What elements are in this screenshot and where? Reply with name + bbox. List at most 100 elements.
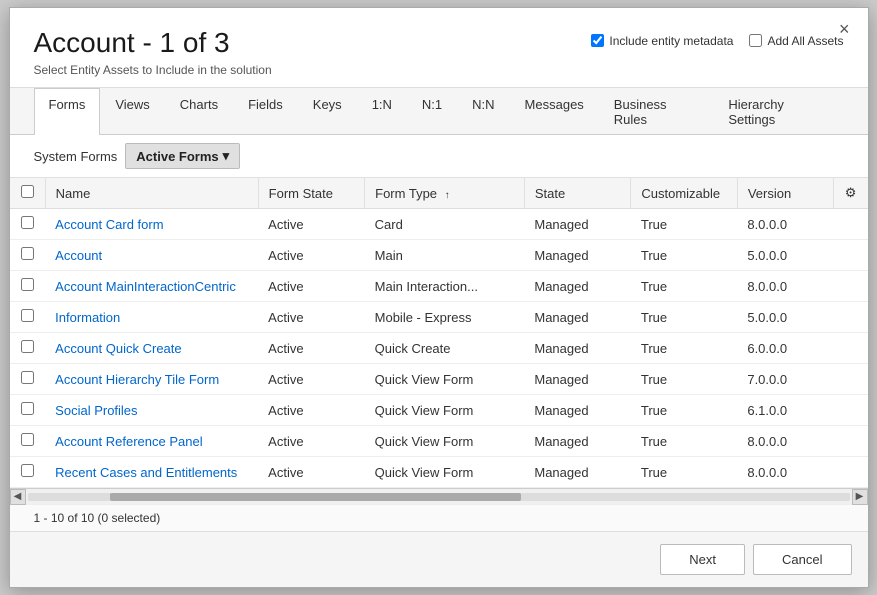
row-form-type-cell: Quick Create [365, 333, 525, 364]
row-version-cell: 7.0.0.0 [737, 364, 833, 395]
row-checkbox-cell [10, 271, 46, 302]
table-header-row: Name Form State Form Type ↑ State Custom… [10, 178, 868, 209]
row-state-cell: Managed [524, 240, 630, 271]
table-row: Social Profiles Active Quick View Form M… [10, 395, 868, 426]
row-name-link[interactable]: Social Profiles [55, 403, 137, 418]
tab-1n[interactable]: 1:N [357, 88, 407, 135]
row-customizable-cell: True [631, 302, 737, 333]
row-state-cell: Managed [524, 209, 630, 240]
col-header-settings[interactable]: ⚙ [833, 178, 867, 209]
include-metadata-checkbox[interactable] [591, 34, 604, 47]
row-version-cell: 6.0.0.0 [737, 333, 833, 364]
row-checkbox-cell [10, 395, 46, 426]
row-version-cell: 8.0.0.0 [737, 457, 833, 488]
row-checkbox[interactable] [21, 278, 34, 291]
row-name-link[interactable]: Account Reference Panel [55, 434, 202, 449]
row-settings-cell [833, 426, 867, 457]
table-row: Account Card form Active Card Managed Tr… [10, 209, 868, 240]
dialog-subtitle: Select Entity Assets to Include in the s… [34, 63, 592, 77]
scroll-right-arrow[interactable]: ▶ [852, 489, 868, 505]
sub-toolbar: System Forms Active Forms ▾ [10, 135, 868, 178]
table-row: Account Active Main Managed True 5.0.0.0 [10, 240, 868, 271]
add-all-assets-label[interactable]: Add All Assets [749, 34, 843, 48]
row-settings-cell [833, 209, 867, 240]
row-customizable-cell: True [631, 457, 737, 488]
row-form-state-cell: Active [258, 209, 364, 240]
row-name-cell: Account Reference Panel [45, 426, 258, 457]
row-checkbox[interactable] [21, 433, 34, 446]
row-version-cell: 5.0.0.0 [737, 240, 833, 271]
row-name-cell: Account [45, 240, 258, 271]
row-checkbox[interactable] [21, 464, 34, 477]
tab-keys[interactable]: Keys [298, 88, 357, 135]
dropdown-arrow-icon: ▾ [223, 148, 230, 164]
horizontal-scrollbar: ◀ ▶ [10, 488, 868, 504]
sort-icon: ↑ [445, 190, 450, 201]
tab-messages[interactable]: Messages [510, 88, 599, 135]
main-dialog: × Account - 1 of 3 Select Entity Assets … [9, 7, 869, 589]
row-state-cell: Managed [524, 333, 630, 364]
tab-views[interactable]: Views [100, 88, 164, 135]
row-version-cell: 8.0.0.0 [737, 209, 833, 240]
row-checkbox-cell [10, 457, 46, 488]
row-form-type-cell: Card [365, 209, 525, 240]
next-button[interactable]: Next [660, 544, 745, 575]
row-settings-cell [833, 302, 867, 333]
row-checkbox[interactable] [21, 371, 34, 384]
table-row: Information Active Mobile - Express Mana… [10, 302, 868, 333]
row-name-link[interactable]: Account Card form [55, 217, 163, 232]
row-checkbox[interactable] [21, 340, 34, 353]
row-name-link[interactable]: Information [55, 310, 120, 325]
header-right: Include entity metadata Add All Assets [591, 34, 843, 48]
include-metadata-text: Include entity metadata [609, 34, 733, 48]
status-bar: 1 - 10 of 10 (0 selected) [10, 504, 868, 531]
row-version-cell: 8.0.0.0 [737, 426, 833, 457]
row-name-link[interactable]: Account [55, 248, 102, 263]
tab-n1[interactable]: N:1 [407, 88, 457, 135]
row-settings-cell [833, 364, 867, 395]
row-form-type-cell: Mobile - Express [365, 302, 525, 333]
tab-fields[interactable]: Fields [233, 88, 298, 135]
tab-forms[interactable]: Forms [34, 88, 101, 135]
col-header-version: Version [737, 178, 833, 209]
close-button[interactable]: × [833, 18, 856, 40]
row-state-cell: Managed [524, 426, 630, 457]
tab-charts[interactable]: Charts [165, 88, 233, 135]
active-forms-dropdown[interactable]: Active Forms ▾ [125, 143, 240, 169]
scroll-track[interactable] [28, 493, 850, 501]
table-row: Account Reference Panel Active Quick Vie… [10, 426, 868, 457]
row-form-type-cell: Quick View Form [365, 364, 525, 395]
row-name-cell: Social Profiles [45, 395, 258, 426]
row-version-cell: 8.0.0.0 [737, 271, 833, 302]
forms-table: Name Form State Form Type ↑ State Custom… [10, 178, 868, 488]
row-form-state-cell: Active [258, 457, 364, 488]
cancel-button[interactable]: Cancel [753, 544, 851, 575]
table-row: Recent Cases and Entitlements Active Qui… [10, 457, 868, 488]
tabs-bar: Forms Views Charts Fields Keys 1:N N:1 N… [10, 88, 868, 135]
row-checkbox-cell [10, 364, 46, 395]
row-name-cell: Account Quick Create [45, 333, 258, 364]
tab-nn[interactable]: N:N [457, 88, 509, 135]
row-checkbox-cell [10, 240, 46, 271]
row-form-state-cell: Active [258, 240, 364, 271]
row-checkbox[interactable] [21, 247, 34, 260]
row-form-state-cell: Active [258, 302, 364, 333]
row-checkbox[interactable] [21, 309, 34, 322]
row-form-state-cell: Active [258, 333, 364, 364]
select-all-checkbox[interactable] [21, 185, 34, 198]
row-name-link[interactable]: Account Quick Create [55, 341, 181, 356]
include-metadata-label[interactable]: Include entity metadata [591, 34, 733, 48]
col-header-form-type[interactable]: Form Type ↑ [365, 178, 525, 209]
tab-hierarchy-settings[interactable]: Hierarchy Settings [713, 88, 843, 135]
scroll-left-arrow[interactable]: ◀ [10, 489, 26, 505]
row-settings-cell [833, 457, 867, 488]
dialog-footer: Next Cancel [10, 531, 868, 587]
row-checkbox[interactable] [21, 402, 34, 415]
table-wrapper: Name Form State Form Type ↑ State Custom… [10, 178, 868, 488]
row-name-link[interactable]: Account Hierarchy Tile Form [55, 372, 219, 387]
add-all-assets-checkbox[interactable] [749, 34, 762, 47]
tab-business-rules[interactable]: Business Rules [599, 88, 714, 135]
row-name-link[interactable]: Recent Cases and Entitlements [55, 465, 237, 480]
row-name-link[interactable]: Account MainInteractionCentric [55, 279, 236, 294]
row-checkbox[interactable] [21, 216, 34, 229]
